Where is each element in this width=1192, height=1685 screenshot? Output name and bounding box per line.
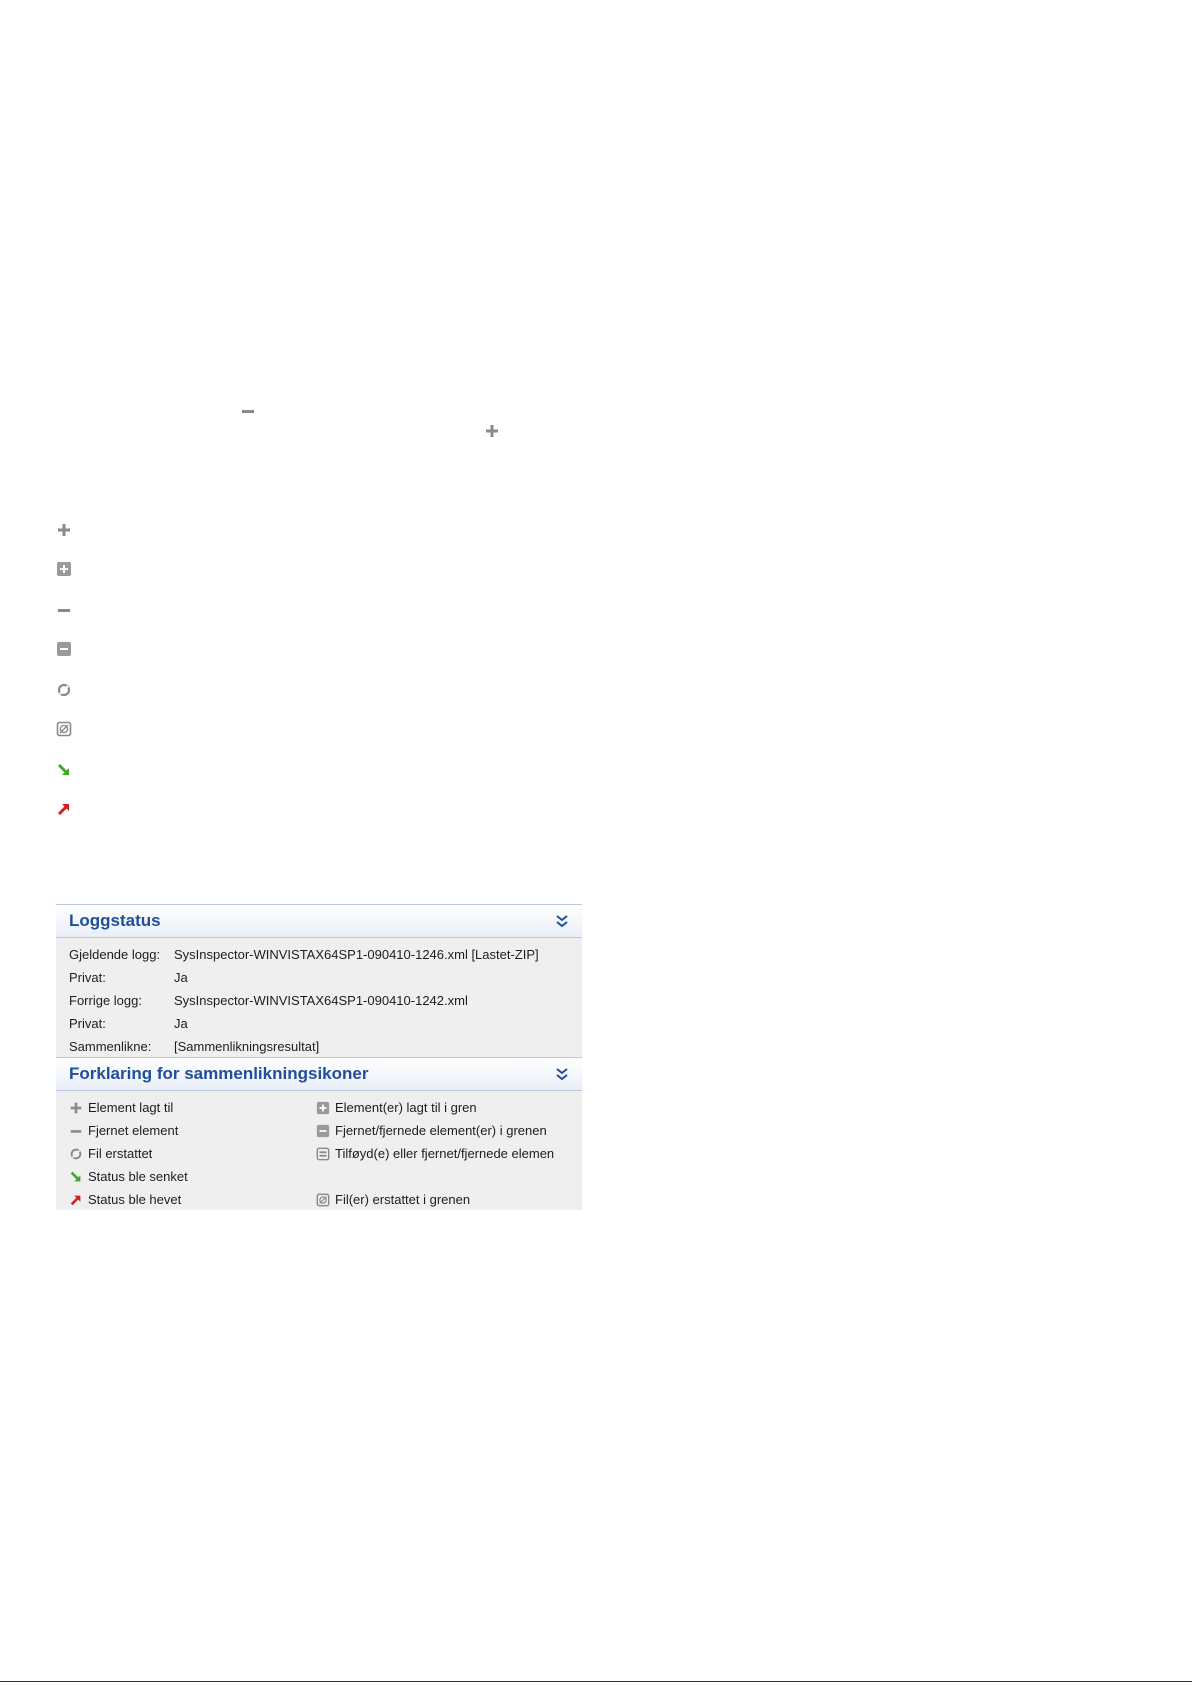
boxed-added-removed-icon [316,1147,330,1161]
legend-label: Fil(er) erstattet i grenen [335,1192,471,1207]
plus-icon [56,522,72,538]
row-value: Ja [174,1016,188,1031]
boxed-file-replaced-icon [56,721,72,737]
row-key: Privat: [69,1016,106,1031]
row-key: Privat: [69,970,106,985]
legend-label: Fjernet element [88,1123,179,1138]
minus-icon [69,1124,83,1138]
log-status-header[interactable]: Loggstatus [56,904,582,938]
status-lowered-icon [69,1170,83,1184]
legend-label: Fjernet/fjernede element(er) i grenen [335,1123,547,1138]
row-value: Ja [174,970,188,985]
legend-label: Tilføyd(e) eller fjernet/fjernede elemen [335,1146,555,1161]
sysinspector-status-panel: Loggstatus Gjeldende logg: SysInspector-… [56,904,582,1210]
row-key: Gjeldende logg: [69,947,161,962]
plus-icon [484,423,500,439]
boxed-file-replaced-icon [316,1193,330,1207]
status-raised-icon [69,1193,83,1207]
minus-icon [56,602,72,618]
status-raised-icon [56,801,72,817]
legend-label: Element lagt til [88,1100,174,1115]
status-lowered-icon [56,762,72,778]
legend-label: Status ble hevet [88,1192,182,1207]
legend-label: Fil erstattet [88,1146,153,1161]
minus-icon [240,403,256,419]
file-replaced-icon [69,1147,83,1161]
boxed-minus-icon [316,1124,330,1138]
legend-label: Element(er) lagt til i gren [335,1100,477,1115]
legend-label: Status ble senket [88,1169,188,1184]
footer-rule [0,1681,1192,1682]
row-key: Forrige logg: [69,993,142,1008]
file-replaced-icon [56,682,72,698]
collapse-chevron-icon[interactable] [554,1066,570,1082]
plus-icon [69,1101,83,1115]
boxed-plus-icon [316,1101,330,1115]
row-value: SysInspector-WINVISTAX64SP1-090410-1246.… [174,947,539,962]
row-value: [Sammenlikningsresultat] [174,1039,320,1054]
collapse-chevron-icon[interactable] [554,913,570,929]
icon-legend-title: Forklaring for sammenlikningsikoner [69,1064,369,1083]
boxed-plus-icon [56,561,72,577]
row-value: SysInspector-WINVISTAX64SP1-090410-1242.… [174,993,468,1008]
log-status-title: Loggstatus [69,911,161,930]
row-key: Sammenlikne: [69,1039,152,1054]
boxed-minus-icon [56,641,72,657]
icon-legend-header[interactable]: Forklaring for sammenlikningsikoner [56,1057,582,1091]
